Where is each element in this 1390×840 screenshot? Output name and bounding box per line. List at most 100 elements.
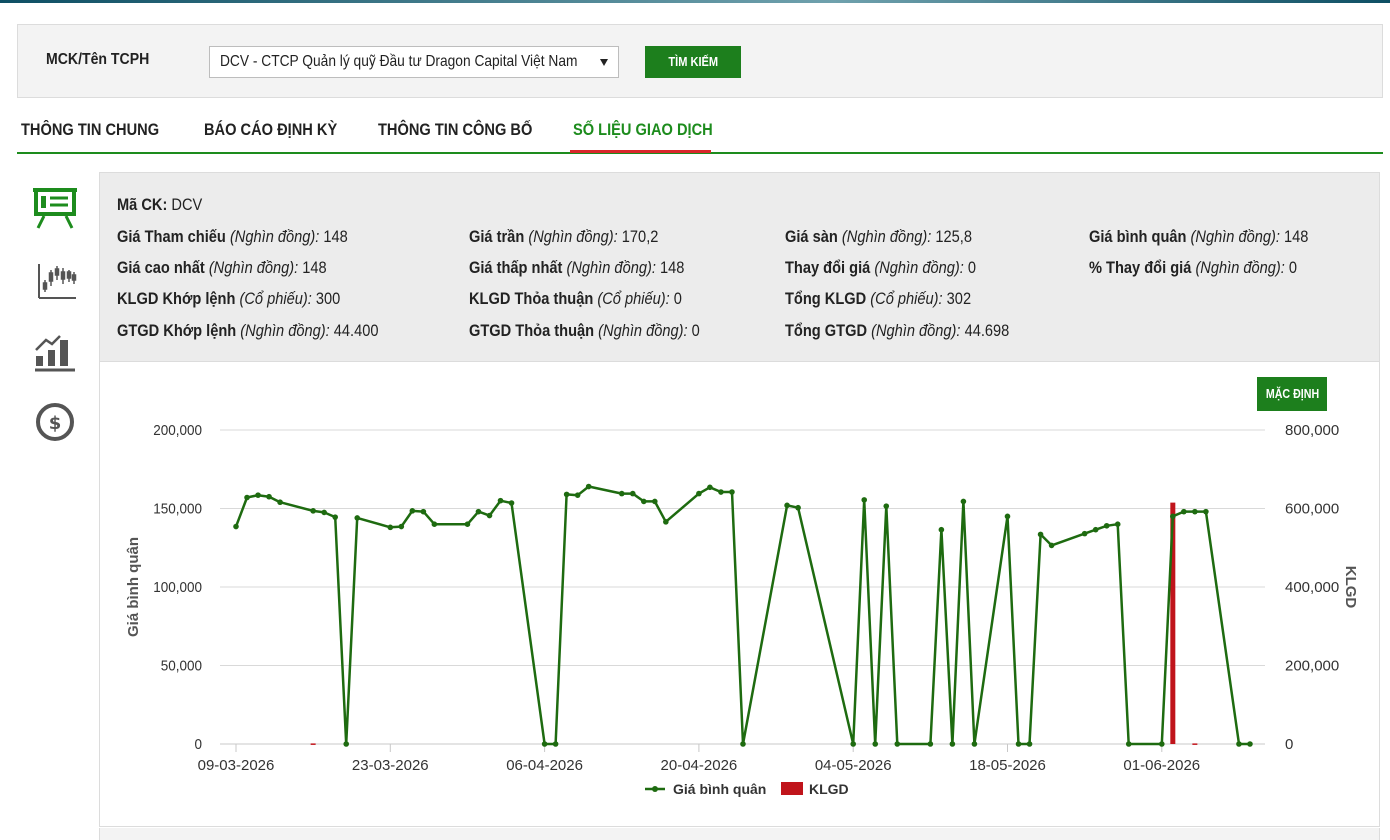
- total-volume: Tổng KLGD (Cổ phiếu): 302: [785, 289, 972, 308]
- volume-bar: [310, 743, 316, 745]
- price-change: Thay đổi giá (Nghìn đồng): 0: [785, 258, 976, 277]
- y2-tick-label: 400,000: [1285, 579, 1339, 596]
- x-tick-label: 01-06-2026: [1123, 757, 1200, 774]
- caret-down-icon: [600, 59, 608, 66]
- matched-value: GTGD Khớp lệnh (Nghìn đồng): 44.400: [117, 321, 379, 340]
- price-point: [652, 498, 658, 505]
- price-point: [277, 499, 283, 506]
- tab-bar: THÔNG TIN CHUNG BÁO CÁO ĐỊNH KỲ THÔNG TI…: [17, 112, 1383, 154]
- tab-general-info[interactable]: THÔNG TIN CHUNG: [21, 120, 159, 152]
- price-point: [927, 741, 934, 747]
- price-point: [971, 741, 978, 747]
- price-point: [707, 484, 713, 491]
- tab-disclosures[interactable]: THÔNG TIN CÔNG BỐ: [378, 120, 532, 152]
- price-point: [1181, 508, 1187, 515]
- y2-tick-label: 600,000: [1285, 501, 1339, 518]
- company-select-value: DCV - CTCP Quản lý quỹ Đầu tư Dragon Cap…: [220, 53, 578, 70]
- svg-text:$: $: [49, 413, 62, 434]
- tab-trading-data[interactable]: SỐ LIỆU GIAO DỊCH: [573, 120, 713, 152]
- price-point: [640, 498, 647, 505]
- price-point: [629, 490, 636, 497]
- reset-zoom-button[interactable]: MẶC ĐỊNH: [1257, 377, 1327, 411]
- search-panel: MCK/Tên TCPH DCV - CTCP Quản lý quỹ Đầu …: [17, 24, 1383, 98]
- y-tick-label: 150,000: [153, 501, 202, 518]
- price-point: [585, 483, 592, 490]
- top-accent-bar: [0, 0, 1390, 3]
- price-point: [850, 741, 856, 747]
- price-point: [552, 741, 559, 747]
- floor-price: Giá sàn (Nghìn đồng): 125,8: [785, 227, 972, 246]
- y2-tick-label: 800,000: [1285, 422, 1339, 439]
- tab-periodic-reports[interactable]: BÁO CÁO ĐỊNH KỲ: [204, 120, 337, 152]
- negotiated-volume: KLGD Thỏa thuận (Cổ phiếu): 0: [469, 289, 682, 308]
- price-point: [618, 490, 625, 497]
- price-point: [883, 503, 890, 509]
- price-point: [508, 500, 515, 506]
- price-point: [740, 741, 746, 747]
- price-change-percent: % Thay đổi giá (Nghìn đồng): 0: [1089, 258, 1298, 277]
- y-axis-title: Giá bình quân: [125, 537, 142, 637]
- price-point: [343, 741, 350, 747]
- price-point: [795, 504, 801, 511]
- dollar-coin-icon[interactable]: $: [30, 400, 80, 448]
- presentation-icon[interactable]: [30, 186, 80, 234]
- price-point: [431, 521, 438, 527]
- price-point: [861, 497, 868, 503]
- y-tick-label: 50,000: [161, 658, 202, 675]
- price-point: [1015, 741, 1022, 747]
- y-tick-label: 200,000: [153, 422, 202, 439]
- price-point: [497, 497, 504, 504]
- price-volume-chart: 0 0 50,000 200,000 100,000 400,000 150,000 600,…: [125, 422, 1359, 797]
- price-point: [1103, 522, 1110, 529]
- price-point: [1170, 513, 1176, 520]
- volume-bar: [1192, 743, 1198, 745]
- price-line: [234, 485, 1250, 746]
- legend-bar-swatch: [781, 782, 803, 795]
- highest-price: Giá cao nhất (Nghìn đồng): 148: [117, 258, 327, 277]
- price-point: [1092, 526, 1099, 533]
- price-point: [398, 523, 405, 530]
- average-price: Giá bình quân (Nghìn đồng): 148: [1089, 227, 1309, 246]
- y-tick-label: 100,000: [153, 579, 202, 596]
- price-point: [960, 498, 967, 505]
- price-point: [475, 508, 482, 515]
- x-tick-label: 23-03-2026: [352, 757, 429, 774]
- price-point: [1114, 521, 1121, 527]
- x-tick-label: 18-05-2026: [969, 757, 1046, 774]
- price-point: [574, 492, 581, 498]
- price-point: [938, 526, 945, 533]
- price-point: [332, 514, 338, 520]
- candlestick-chart-icon[interactable]: [30, 260, 80, 308]
- reference-price: Giá Tham chiếu (Nghìn đồng): 148: [117, 227, 348, 246]
- price-point: [1236, 741, 1242, 747]
- price-point: [310, 508, 316, 514]
- price-point: [464, 521, 471, 527]
- price-point: [1026, 741, 1033, 747]
- price-point: [321, 509, 327, 516]
- price-point: [1192, 508, 1198, 515]
- price-point: [1037, 531, 1044, 538]
- price-point: [1203, 508, 1209, 515]
- price-point: [387, 524, 394, 531]
- bar-growth-icon[interactable]: [30, 330, 80, 378]
- search-label: MCK/Tên TCPH: [46, 51, 150, 68]
- price-point: [663, 519, 669, 525]
- company-select[interactable]: DCV - CTCP Quản lý quỹ Đầu tư Dragon Cap…: [209, 46, 619, 78]
- y2-tick-label: 0: [1285, 736, 1293, 753]
- y2-axis-title: KLGD: [1342, 566, 1359, 609]
- price-point: [409, 508, 416, 514]
- y2-tick-label: 200,000: [1285, 658, 1339, 675]
- price-point: [949, 741, 956, 747]
- price-point: [718, 489, 724, 495]
- bottom-strip: [99, 828, 1380, 840]
- price-point: [266, 493, 272, 500]
- price-point: [1159, 741, 1165, 747]
- lowest-price: Giá thấp nhất (Nghìn đồng): 148: [469, 258, 685, 277]
- price-point: [354, 515, 361, 521]
- price-point: [244, 494, 250, 501]
- negotiated-value: GTGD Thỏa thuận (Nghìn đồng): 0: [469, 321, 700, 340]
- search-button[interactable]: TÌM KIẾM: [645, 46, 741, 78]
- matched-volume: KLGD Khớp lệnh (Cổ phiếu): 300: [117, 289, 341, 308]
- x-tick-label: 09-03-2026: [198, 757, 275, 774]
- price-point: [1125, 741, 1132, 747]
